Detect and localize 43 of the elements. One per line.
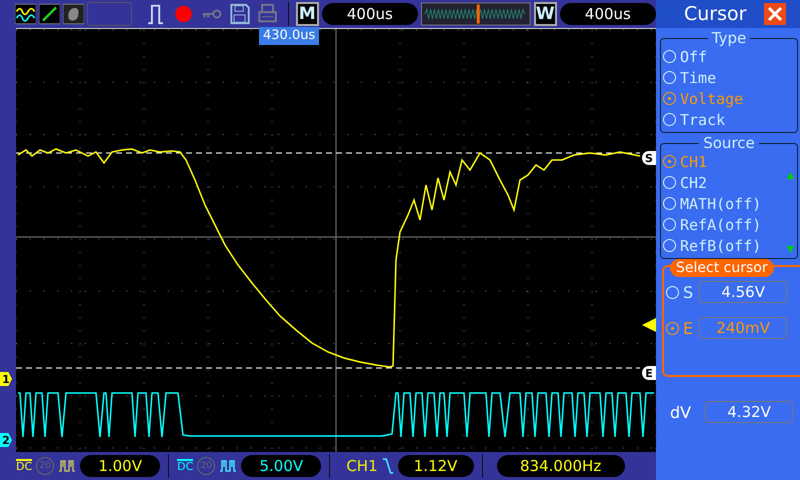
radio-option[interactable]: MATH(off) <box>663 193 762 214</box>
trigger-level-marker-icon <box>642 318 656 332</box>
volts-per-division-readout: 5.00V <box>241 455 322 477</box>
close-button[interactable] <box>764 3 786 25</box>
trigger-position-readout: 430.0us <box>259 27 320 45</box>
group-title: Source <box>702 135 756 151</box>
pulse-train-icon <box>58 459 76 473</box>
radio-option[interactable]: Voltage <box>663 88 744 109</box>
channel-marker: 2 <box>0 433 12 447</box>
record-icon[interactable] <box>172 3 194 25</box>
diagonal-line-icon[interactable] <box>39 3 60 25</box>
radio-option[interactable]: Time <box>663 67 716 88</box>
cursor-marker: S <box>642 151 656 165</box>
radio-option[interactable]: S <box>666 282 694 302</box>
radio-option[interactable]: RefA(off) <box>663 214 762 235</box>
trigger-source-label: CH1 <box>346 457 378 475</box>
cursor-value-readout: 240mV <box>699 317 788 339</box>
cursor-marker: E <box>642 366 656 380</box>
radio-option[interactable]: Track <box>663 109 726 130</box>
volts-per-division-readout: 1.00V <box>80 455 160 477</box>
timebase-readout: 400us <box>322 3 418 25</box>
radio-option[interactable]: E <box>666 318 694 338</box>
falling-edge-icon <box>382 456 394 476</box>
cursor-value-readout: 4.56V <box>699 281 788 303</box>
frequency-readout: 834.000Hz <box>496 455 625 477</box>
window-timebase-readout: 400us <box>560 3 656 25</box>
channel-marker: 1 <box>0 372 12 386</box>
waveform-icon[interactable] <box>15 3 36 25</box>
radio-option[interactable]: Off <box>663 46 708 67</box>
group-title: Type <box>710 30 748 46</box>
pulse-train-icon <box>219 459 238 473</box>
trigger-level-readout: 1.12V <box>398 455 474 477</box>
main-timebase-label: M <box>296 2 319 26</box>
coupling-label: DC <box>16 459 32 473</box>
delta-value-readout: 4.32V <box>705 401 794 423</box>
radio-option[interactable]: CH2 <box>663 172 708 193</box>
delta-label: dV <box>670 402 692 422</box>
panel-title: Cursor <box>684 3 746 25</box>
window-timebase-label: W <box>534 2 557 26</box>
group-title: Select cursor <box>670 259 774 277</box>
radio-option[interactable]: RefB(off) <box>663 235 762 256</box>
radio-option[interactable]: CH1 <box>663 151 708 172</box>
coupling-label: DC <box>177 459 194 473</box>
